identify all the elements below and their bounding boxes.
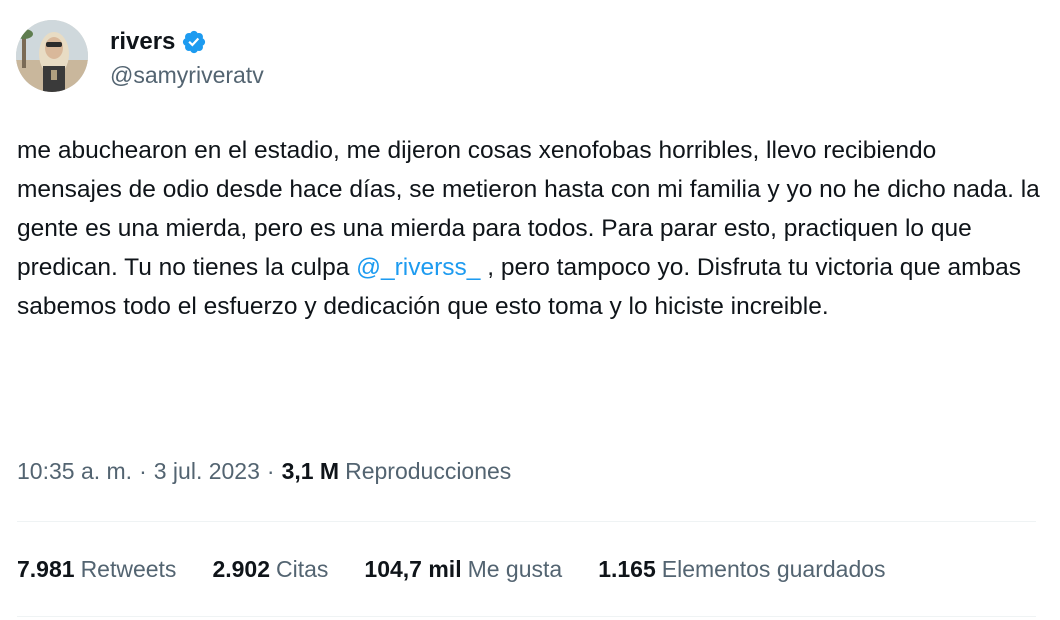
stat-value: 2.902 (212, 556, 270, 582)
stat-value: 104,7 mil (364, 556, 462, 582)
stat-label: Elementos guardados (661, 556, 886, 582)
stat-label: Citas (276, 556, 329, 582)
avatar-photo-icon (16, 20, 88, 92)
views-label: Reproducciones (345, 458, 512, 484)
avatar[interactable] (16, 20, 88, 92)
views-count: 3,1 M (281, 458, 340, 484)
stat-label: Retweets (80, 556, 177, 582)
stat-value: 1.165 (598, 556, 656, 582)
tweet-text: me abuchearon en el estadio, me dijeron … (17, 131, 1047, 326)
mention-link[interactable]: @_riverss_ (356, 254, 480, 281)
user-handle[interactable]: @samyriveratv (110, 62, 264, 89)
stat-label: Me gusta (467, 556, 563, 582)
tweet-header: rivers @samyriveratv (16, 20, 264, 92)
tweet-meta: 10:35 a. m. · 3 jul. 2023 · 3,1 M Reprod… (17, 458, 511, 485)
meta-separator: · (139, 458, 147, 484)
stat-quotes[interactable]: 2.902 Citas (212, 556, 328, 583)
divider (17, 521, 1036, 522)
verified-badge-icon[interactable] (181, 29, 207, 55)
tweet-stats: 7.981 Retweets 2.902 Citas 104,7 mil Me gus… (17, 556, 922, 583)
tweet-card: rivers @samyriveratv me abuchearon en el… (0, 0, 1060, 620)
stat-likes[interactable]: 104,7 mil Me gusta (364, 556, 562, 583)
tweet-time[interactable]: 10:35 a. m. (17, 458, 132, 485)
divider (17, 616, 1036, 617)
user-names: rivers @samyriveratv (110, 24, 264, 89)
display-name[interactable]: rivers (110, 28, 175, 56)
meta-separator: · (266, 458, 275, 484)
display-name-row: rivers (110, 24, 264, 60)
stat-value: 7.981 (17, 556, 75, 582)
stat-retweets[interactable]: 7.981 Retweets (17, 556, 176, 583)
tweet-date[interactable]: 3 jul. 2023 (154, 458, 260, 485)
stat-bookmarks[interactable]: 1.165 Elementos guardados (598, 556, 885, 583)
